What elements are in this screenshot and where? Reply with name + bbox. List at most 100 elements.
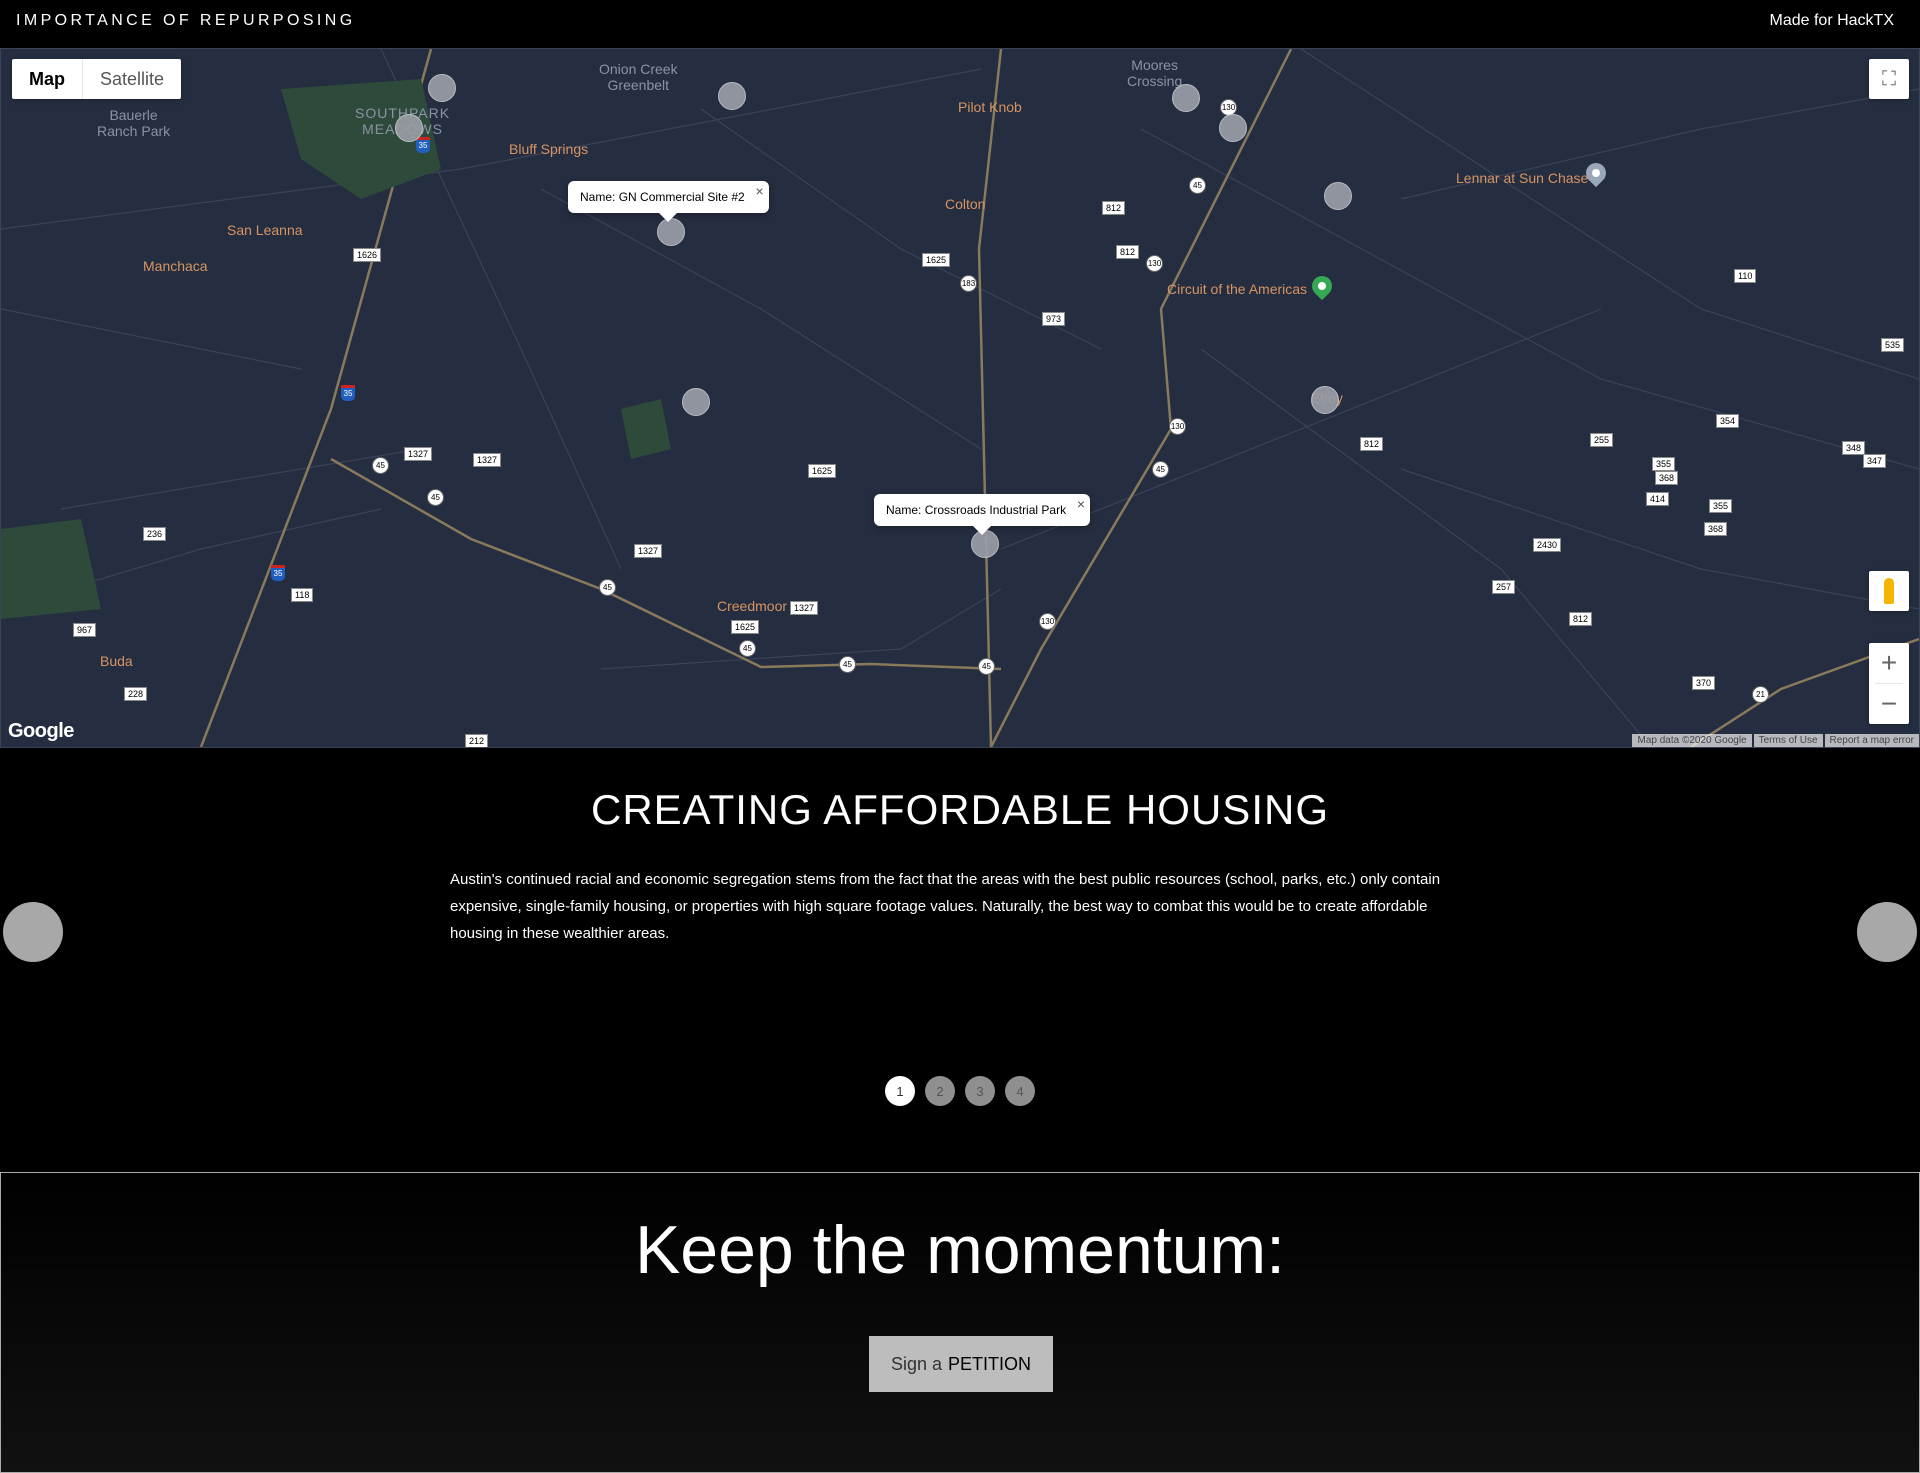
route-45-shield: 45 [372, 457, 389, 474]
site-marker[interactable] [395, 114, 423, 142]
route-45-shield: 45 [1189, 177, 1206, 194]
interstate-35-shield: 35 [341, 385, 355, 401]
route-812-shield: 812 [1116, 245, 1140, 259]
site-marker[interactable] [1311, 386, 1339, 414]
route-257-shield: 257 [1492, 580, 1516, 594]
route-414-shield: 414 [1646, 492, 1670, 506]
route-1626-shield: 1626 [353, 248, 382, 262]
route-236-shield: 236 [143, 527, 167, 541]
route-812-shield: 812 [1360, 437, 1384, 451]
map-type-map-button[interactable]: Map [12, 59, 83, 99]
map-type-control: Map Satellite [12, 59, 182, 99]
route-348-shield: 348 [1842, 441, 1866, 455]
place-bluff-springs: Bluff Springs [509, 141, 589, 157]
route-1625-shield: 1625 [922, 253, 951, 267]
route-973-shield: 973 [1042, 312, 1066, 326]
info-window: Name: Crossroads Industrial Park × [874, 494, 1091, 535]
route-368-shield: 368 [1704, 522, 1728, 536]
carousel-prev-button[interactable] [3, 902, 63, 962]
place-onion-creek: Onion Creek Greenbelt [599, 61, 678, 93]
made-for-credit[interactable]: Made for HackTX [1770, 12, 1894, 30]
carousel: CREATING AFFORDABLE HOUSING Austin's con… [0, 748, 1920, 1172]
place-creedmoor: Creedmoor [717, 598, 788, 614]
route-347-shield: 347 [1863, 454, 1887, 468]
close-icon[interactable]: × [1077, 496, 1085, 512]
site-marker[interactable] [1172, 84, 1200, 112]
route-1327-shield: 1327 [404, 447, 433, 461]
interstate-35-shield: 35 [416, 137, 430, 153]
place-san-leanna: San Leanna [227, 222, 303, 238]
map-data-attribution: Map data ©2020 Google [1632, 734, 1752, 747]
route-255-shield: 255 [1590, 433, 1614, 447]
route-45-shield: 45 [599, 579, 616, 596]
fullscreen-button[interactable]: ⛶ [1869, 59, 1909, 99]
route-45-shield: 45 [1152, 461, 1169, 478]
site-title[interactable]: IMPORTANCE OF REPURPOSING [16, 12, 356, 30]
route-45-shield: 45 [739, 640, 756, 657]
route-45-shield: 45 [427, 489, 444, 506]
route-812-shield: 812 [1569, 612, 1593, 626]
route-1327-shield: 1327 [473, 453, 502, 467]
route-118-shield: 118 [291, 588, 314, 602]
carousel-page-4[interactable]: 4 [1005, 1076, 1035, 1106]
top-bar: IMPORTANCE OF REPURPOSING Made for HackT… [0, 0, 1920, 48]
info-window-value: Crossroads Industrial Park [924, 503, 1067, 517]
route-183-shield: 183 [960, 275, 977, 292]
route-2430-shield: 2430 [1533, 538, 1562, 552]
site-marker[interactable] [1324, 182, 1352, 210]
route-130-shield: 130 [1146, 255, 1163, 272]
google-logo[interactable]: Google [8, 720, 74, 743]
slide-title: CREATING AFFORDABLE HOUSING [591, 786, 1329, 833]
info-window: Name: GN Commercial Site #2 × [568, 181, 769, 222]
route-368-shield: 368 [1655, 471, 1679, 485]
site-marker[interactable] [428, 74, 456, 102]
sign-petition-button[interactable]: Sign a PETITION [869, 1336, 1053, 1392]
street-view-button[interactable] [1869, 571, 1909, 611]
info-window-label: Name: [886, 503, 922, 517]
info-window-label: Name: [580, 190, 616, 204]
terms-of-use-link[interactable]: Terms of Use [1753, 734, 1823, 747]
route-354-shield: 354 [1716, 414, 1740, 428]
place-colton: Colton [945, 196, 986, 212]
route-370-shield: 370 [1692, 676, 1716, 690]
place-bauerle-ranch-park: Bauerle Ranch Park [97, 107, 171, 139]
carousel-page-3[interactable]: 3 [965, 1076, 995, 1106]
route-1625-shield: 1625 [808, 464, 837, 478]
place-manchaca: Manchaca [143, 258, 208, 274]
route-45-shield: 45 [839, 656, 856, 673]
info-window-value: GN Commercial Site #2 [618, 190, 745, 204]
zoom-in-button[interactable]: + [1869, 643, 1909, 683]
place-buda: Buda [100, 653, 133, 669]
route-355-shield: 355 [1652, 457, 1676, 471]
carousel-next-button[interactable] [1857, 902, 1917, 962]
map-type-satellite-button[interactable]: Satellite [83, 59, 181, 99]
route-45-shield: 45 [978, 658, 995, 675]
route-110-shield: 110 [1734, 269, 1757, 283]
map-roads [1, 49, 1919, 747]
zoom-out-button[interactable]: − [1869, 684, 1909, 724]
site-marker[interactable] [657, 218, 685, 246]
place-pilot-knob: Pilot Knob [958, 99, 1022, 115]
pegman-icon [1884, 578, 1894, 604]
site-marker[interactable] [718, 82, 746, 110]
route-212-shield: 212 [465, 734, 489, 747]
slide-body: Austin's continued racial and economic s… [450, 871, 1441, 942]
zoom-control: + − [1869, 643, 1909, 724]
close-icon[interactable]: × [756, 183, 764, 199]
carousel-page-2[interactable]: 2 [925, 1076, 955, 1106]
site-marker[interactable] [682, 388, 710, 416]
carousel-page-1[interactable]: 1 [885, 1076, 915, 1106]
map-attribution: Map data ©2020 Google Terms of Use Repor… [1630, 734, 1919, 747]
petition-button-prefix: Sign a [890, 1353, 943, 1374]
site-marker[interactable] [1219, 114, 1247, 142]
route-355-shield: 355 [1709, 499, 1733, 513]
cta-title: Keep the momentum: [634, 1212, 1286, 1288]
place-lennar-sun-chase: Lennar at Sun Chase [1456, 170, 1589, 186]
route-812-shield: 812 [1102, 201, 1126, 215]
fullscreen-icon: ⛶ [1882, 67, 1896, 90]
place-moores-crossing: Moores Crossing [1127, 57, 1183, 89]
route-967-shield: 967 [73, 623, 97, 637]
route-130-shield: 130 [1039, 613, 1056, 630]
report-map-error-link[interactable]: Report a map error [1824, 734, 1919, 747]
map[interactable]: Map Satellite ⛶ + − Onion Creek Greenbel… [0, 48, 1920, 748]
